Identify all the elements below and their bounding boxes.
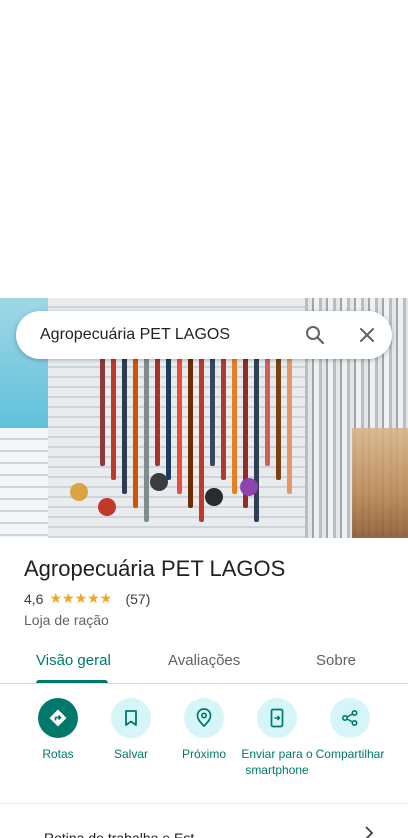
tab-about[interactable]: Sobre	[316, 652, 356, 669]
leash	[133, 356, 138, 508]
leash	[188, 356, 193, 508]
nearby-label: Próximo	[181, 747, 226, 761]
send-to-phone-button[interactable]: Enviar para o smartphone	[237, 698, 317, 778]
leash	[111, 356, 116, 480]
tab-reviews[interactable]: Avaliações	[168, 652, 240, 669]
rating-row[interactable]: 4,6 ★★★★★ ★★★★★ (57)	[24, 590, 150, 607]
share-button[interactable]: Compartilhar	[310, 698, 390, 762]
review-count[interactable]: (57)	[125, 591, 150, 607]
active-tab-indicator	[36, 680, 108, 683]
share-icon	[330, 698, 370, 738]
leash	[177, 356, 182, 494]
leash	[144, 356, 149, 522]
leash	[155, 356, 160, 466]
search-icon[interactable]	[302, 322, 328, 348]
leash	[221, 356, 226, 480]
leash	[254, 356, 259, 522]
directions-label: Rotas	[42, 747, 74, 761]
rating-value: 4,6	[24, 591, 44, 607]
nearby-button[interactable]: Próximo	[164, 698, 244, 762]
leash	[287, 356, 292, 494]
save-button[interactable]: Salvar	[91, 698, 171, 762]
basket	[352, 428, 408, 538]
opening-hours-row[interactable]: Rotina de trabalho e Est...	[44, 830, 206, 838]
product-tag	[205, 488, 223, 506]
chevron-right-icon[interactable]	[362, 826, 376, 838]
product-tag	[240, 478, 258, 496]
bookmark-icon	[111, 698, 151, 738]
leash	[100, 356, 105, 466]
tab-bar: Visão geral Avaliações Sobre	[0, 640, 408, 684]
place-category: Loja de ração	[24, 612, 109, 628]
leash	[210, 356, 215, 466]
directions-icon	[38, 698, 78, 738]
blank-area	[0, 0, 408, 298]
place-title: Agropecuária PET LAGOS	[24, 556, 286, 581]
directions-button[interactable]: Rotas	[18, 698, 98, 762]
leash	[265, 356, 270, 466]
rating-stars-icon: ★★★★★ ★★★★★	[49, 590, 113, 606]
save-label: Salvar	[113, 747, 148, 761]
search-input[interactable]: Agropecuária PET LAGOS	[40, 326, 392, 344]
product-tag	[98, 498, 116, 516]
share-label: Compartilhar	[315, 747, 385, 761]
tab-overview[interactable]: Visão geral	[36, 652, 111, 669]
product-tag	[70, 483, 88, 501]
leash	[199, 356, 204, 522]
send-to-phone-label: Enviar para o smartphone	[241, 747, 313, 777]
send-to-phone-icon	[257, 698, 297, 738]
leash	[122, 356, 127, 494]
nearby-icon	[184, 698, 224, 738]
product-tag	[150, 473, 168, 491]
search-bar[interactable]: Agropecuária PET LAGOS	[16, 311, 392, 359]
divider	[0, 803, 408, 804]
leash	[276, 356, 281, 480]
leash	[232, 356, 237, 494]
close-icon[interactable]	[354, 322, 380, 348]
leash	[166, 356, 171, 480]
